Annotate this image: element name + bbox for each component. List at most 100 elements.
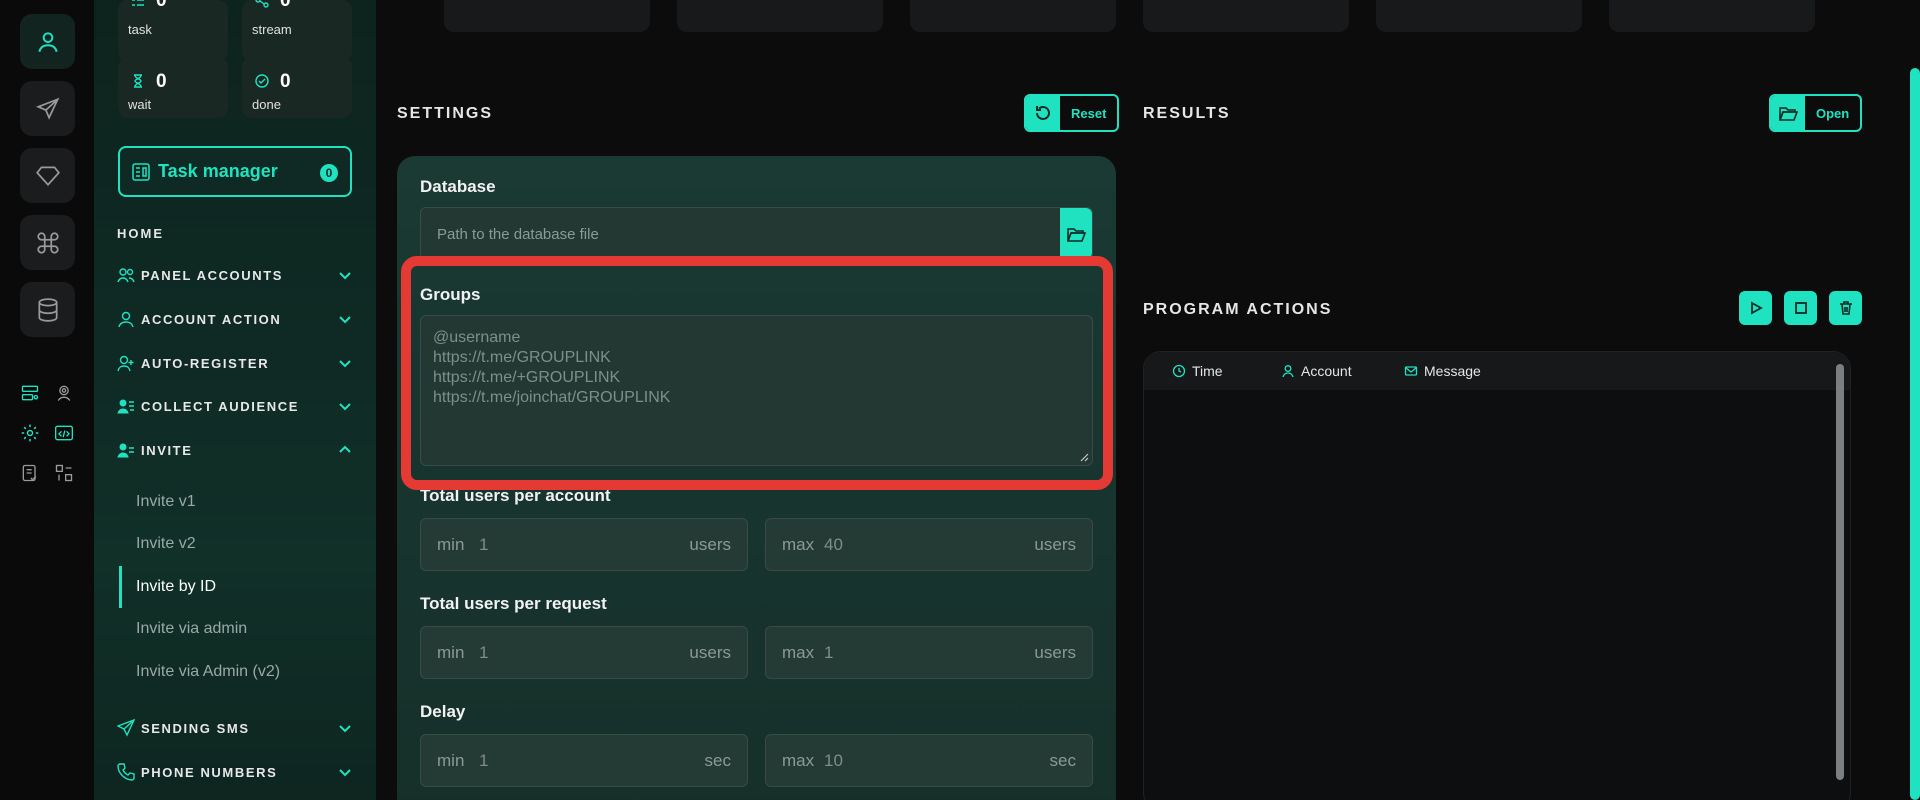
nav-invite-v2[interactable]: Invite v2	[136, 535, 196, 553]
send-icon	[35, 97, 59, 120]
task-manager-count: 0	[320, 164, 338, 182]
browse-database-button[interactable]	[1060, 208, 1092, 259]
top-card	[1143, 0, 1349, 32]
reset-icon	[1036, 105, 1050, 120]
top-card	[677, 0, 883, 32]
delay-label: Delay	[420, 702, 466, 721]
nav-invite[interactable]: INVITE	[117, 440, 353, 460]
top-card	[1609, 0, 1815, 32]
database-icon	[37, 297, 58, 322]
rail-premium-button[interactable]	[20, 148, 75, 203]
task-manager-button[interactable]: Task manager 0	[118, 146, 352, 197]
chevron-down-icon	[339, 316, 351, 324]
send-icon	[117, 719, 135, 737]
stat-task: 0 task	[118, 0, 228, 61]
chevron-down-icon	[339, 272, 351, 280]
active-indicator	[119, 566, 122, 608]
delete-button[interactable]	[1829, 291, 1862, 325]
per-account-max-input[interactable]: max 40 users	[765, 518, 1093, 571]
top-card	[1376, 0, 1582, 32]
column-account: Account	[1281, 363, 1352, 379]
users-icon	[117, 268, 135, 283]
rail-command-button[interactable]	[20, 215, 75, 270]
user-list-icon	[117, 399, 134, 414]
nav-home[interactable]: HOME	[117, 226, 164, 241]
user-icon	[37, 31, 58, 52]
highlight-box	[401, 256, 1113, 490]
nav-invite-via-admin-v2[interactable]: Invite via Admin (v2)	[136, 663, 280, 681]
diamond-icon	[35, 165, 60, 186]
page-scrollbar[interactable]	[1910, 68, 1920, 800]
top-card	[910, 0, 1116, 32]
chevron-down-icon	[339, 403, 351, 411]
stop-button[interactable]	[1784, 291, 1817, 325]
task-icon	[132, 0, 144, 6]
rail-database-button[interactable]	[20, 282, 75, 337]
per-request-max-input[interactable]: max 1 users	[765, 626, 1093, 679]
server-settings-icon[interactable]	[20, 383, 40, 403]
user-plus-icon	[117, 355, 134, 372]
user-icon	[118, 311, 134, 328]
stat-stream: 0 stream	[242, 0, 352, 61]
icon-rail	[0, 0, 94, 800]
command-icon	[36, 231, 59, 254]
delay-max-input[interactable]: max 10 sec	[765, 734, 1093, 787]
chevron-down-icon	[339, 360, 351, 368]
play-button[interactable]	[1739, 291, 1772, 325]
rail-accounts-button[interactable]	[20, 14, 75, 69]
delay-min-input[interactable]: min 1 sec	[420, 734, 748, 787]
settings-title: SETTINGS	[397, 105, 494, 122]
results-title: RESULTS	[1143, 105, 1231, 122]
document-check-icon[interactable]	[20, 463, 40, 483]
task-manager-label: Task manager	[158, 161, 278, 181]
program-actions-title: PROGRAM ACTIONS	[1143, 301, 1333, 318]
phone-icon	[117, 763, 135, 781]
log-header: Time Account Message	[1144, 352, 1850, 390]
rail-send-button[interactable]	[20, 81, 75, 136]
grid-icon[interactable]	[54, 463, 74, 483]
stat-done: 0 done	[242, 57, 352, 118]
chevron-down-icon	[339, 725, 351, 733]
per-request-min-input[interactable]: min 1 users	[420, 626, 748, 679]
user-icon	[1282, 365, 1294, 378]
code-window-icon[interactable]	[54, 423, 74, 443]
chevron-up-icon	[339, 445, 351, 453]
nav-collect-audience[interactable]: COLLECT AUDIENCE	[117, 396, 353, 416]
database-placeholder: Path to the database file	[437, 226, 599, 243]
trash-icon	[1839, 301, 1852, 315]
clock-icon	[1172, 364, 1186, 378]
folder-open-icon	[1066, 227, 1086, 242]
column-message: Message	[1404, 363, 1481, 379]
nav-account-action[interactable]: ACCOUNT ACTION	[117, 309, 353, 329]
user-pin-icon[interactable]	[54, 383, 74, 403]
nav-invite-by-id[interactable]: Invite by ID	[136, 578, 216, 596]
top-card	[444, 0, 650, 32]
nav-invite-v1[interactable]: Invite v1	[136, 493, 196, 511]
nav-invite-via-admin[interactable]: Invite via admin	[136, 620, 247, 638]
stat-wait: 0 wait	[118, 57, 228, 118]
nav-auto-register[interactable]: AUTO-REGISTER	[117, 353, 353, 373]
per-account-min-input[interactable]: min 1 users	[420, 518, 748, 571]
chevron-down-icon	[339, 769, 351, 777]
column-time: Time	[1172, 363, 1223, 379]
nav-phone-numbers[interactable]: PHONE NUMBERS	[117, 762, 353, 782]
actions-log: Time Account Message	[1143, 351, 1851, 800]
check-circle-icon	[255, 74, 269, 88]
open-button[interactable]: Open	[1769, 94, 1863, 132]
stop-icon	[1794, 302, 1807, 314]
database-label: Database	[420, 177, 496, 196]
user-invite-icon	[117, 443, 134, 458]
nav-sending-sms[interactable]: SENDING SMS	[117, 718, 353, 738]
folder-open-icon	[1778, 107, 1798, 121]
reset-button[interactable]: Reset	[1024, 94, 1120, 132]
mail-icon	[1404, 366, 1418, 376]
gear-icon[interactable]	[20, 423, 40, 443]
hourglass-icon	[134, 74, 142, 88]
database-input[interactable]: Path to the database file	[420, 207, 1093, 260]
stream-icon	[255, 0, 269, 8]
nav-panel-accounts[interactable]: PANEL ACCOUNTS	[117, 265, 353, 285]
log-scrollbar[interactable]	[1836, 364, 1844, 780]
play-icon	[1750, 301, 1763, 315]
sidebar: 0 task 0 stream 0 wait 0 done Task manag…	[94, 0, 376, 800]
task-manager-icon	[132, 162, 150, 181]
